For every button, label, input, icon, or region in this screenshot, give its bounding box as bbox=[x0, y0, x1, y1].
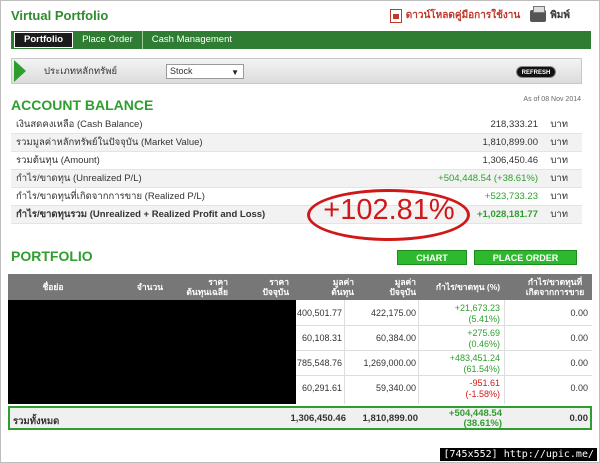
cell-cost-value: 400,501.77 bbox=[296, 308, 342, 318]
caret-down-icon: ▼ bbox=[231, 67, 239, 77]
chart-button[interactable]: CHART bbox=[397, 250, 467, 265]
balance-unit: บาท bbox=[550, 155, 568, 166]
portfolio-title: PORTFOLIO bbox=[11, 248, 93, 264]
balance-value: 1,306,450.46 bbox=[482, 155, 538, 166]
cell-pl-pct: (0.46%) bbox=[468, 339, 500, 349]
print-button[interactable]: พิมพ์ bbox=[530, 5, 570, 23]
security-type-bar: ประเภทหลักทรัพย์ Stock ▼ bbox=[11, 58, 582, 84]
arrow-right-icon bbox=[14, 60, 26, 82]
cell-cost-value: 60,291.61 bbox=[301, 383, 342, 393]
balance-unit: บาท bbox=[550, 191, 568, 202]
download-manual-label: ดาวน์โหลดคู่มือการใช้งาน bbox=[405, 10, 521, 21]
balance-row-unrealized: กำไร/ขาดทุน (Unrealized P/L) +504,448.54… bbox=[11, 170, 582, 188]
cell-market-value: 60,384.00 bbox=[375, 333, 416, 343]
row-divider bbox=[296, 375, 592, 376]
balance-label: รวมมูลค่าหลักทรัพย์ในปัจจุบัน (Market Va… bbox=[16, 137, 203, 148]
header-symbol: ชื่อย่อ bbox=[42, 282, 64, 292]
cell-pl-pct: (5.41%) bbox=[468, 314, 500, 324]
security-type-select[interactable]: Stock ▼ bbox=[166, 63, 244, 79]
cell-market-value: 422,175.00 bbox=[370, 308, 416, 318]
tab-cash-management[interactable]: Cash Management bbox=[143, 31, 241, 49]
annotation-text: +102.81% bbox=[323, 194, 455, 226]
cell-market-value: 1,269,000.00 bbox=[363, 358, 416, 368]
header-realized: กำไร/ขาดทุนที่ เกิดจากการขาย bbox=[525, 277, 585, 297]
balance-value: +504,448.54 (+38.61%) bbox=[438, 173, 538, 184]
as-of-date: As of 08 Nov 2014 bbox=[523, 96, 581, 103]
total-realized: 0.00 bbox=[569, 413, 589, 424]
app-title: Virtual Portfolio bbox=[11, 8, 109, 23]
total-market-value: 1,810,899.00 bbox=[362, 413, 418, 424]
balance-value: 1,810,899.00 bbox=[482, 137, 538, 148]
cell-realized: 0.00 bbox=[570, 333, 588, 343]
printer-icon bbox=[530, 5, 547, 22]
header-price: ราคา ปัจจุบัน bbox=[262, 277, 289, 297]
balance-row-cash: เงินสดคงเหลือ (Cash Balance) 218,333.21 … bbox=[11, 116, 582, 134]
row-divider bbox=[296, 325, 592, 326]
cell-realized: 0.00 bbox=[570, 308, 588, 318]
portfolio-total-row: รวมทั้งหมด 1,306,450.46 1,810,899.00 +50… bbox=[8, 406, 592, 430]
column-divider bbox=[344, 300, 345, 404]
column-divider bbox=[504, 300, 505, 404]
redacted-area bbox=[8, 300, 296, 404]
cell-pl: +21,673.23 bbox=[454, 303, 500, 313]
balance-label: เงินสดคงเหลือ (Cash Balance) bbox=[16, 119, 143, 130]
balance-row-realized: กำไร/ขาดทุนที่เกิดจากการขาย (Realized P/… bbox=[11, 188, 582, 206]
balance-row-amount: รวมต้นทุน (Amount) 1,306,450.46 บาท bbox=[11, 152, 582, 170]
balance-label: กำไร/ขาดทุนรวม (Unrealized + Realized Pr… bbox=[16, 209, 266, 220]
header-unrealized: กำไร/ขาดทุน (%) bbox=[435, 282, 501, 292]
tab-place-order[interactable]: Place Order bbox=[73, 31, 143, 49]
header-cost-value: มูลค่า ต้นทุน bbox=[331, 277, 354, 297]
row-divider bbox=[296, 350, 592, 351]
header-market-value: มูลค่า ปัจจุบัน bbox=[389, 277, 416, 297]
balance-unit: บาท bbox=[550, 119, 568, 130]
portfolio-table-header: ชื่อย่อ จำนวน ราคา ต้นทุนเฉลี่ย ราคา ปัจจุ… bbox=[8, 274, 592, 300]
header-avg-cost: ราคา ต้นทุนเฉลี่ย bbox=[186, 277, 228, 297]
balance-value: 218,333.21 bbox=[490, 119, 538, 130]
balance-label: รวมต้นทุน (Amount) bbox=[16, 155, 100, 166]
watermark: [745x552] http://upic.me/ bbox=[440, 448, 597, 461]
total-cost-value: 1,306,450.46 bbox=[290, 413, 346, 424]
balance-unit: บาท bbox=[550, 173, 568, 184]
top-actions: ดาวน์โหลดคู่มือการใช้งาน พิมพ์ bbox=[389, 5, 570, 23]
tab-bar: Portfolio Place Order Cash Management bbox=[11, 31, 591, 49]
tab-portfolio[interactable]: Portfolio bbox=[14, 32, 74, 48]
total-label: รวมทั้งหมด bbox=[13, 416, 60, 427]
cell-cost-value: 785,548.76 bbox=[296, 358, 342, 368]
security-type-label: ประเภทหลักทรัพย์ bbox=[44, 65, 118, 77]
download-manual-link[interactable]: ดาวน์โหลดคู่มือการใช้งาน bbox=[389, 8, 521, 23]
balance-unit: บาท bbox=[550, 209, 568, 220]
balance-row-market-value: รวมมูลค่าหลักทรัพย์ในปัจจุบัน (Market Va… bbox=[11, 134, 582, 152]
place-order-button[interactable]: PLACE ORDER bbox=[474, 250, 577, 265]
balance-label: กำไร/ขาดทุน (Unrealized P/L) bbox=[16, 173, 142, 184]
cell-pl: +483,451.24 bbox=[449, 353, 500, 363]
cell-pl: +275.69 bbox=[467, 328, 500, 338]
balance-row-total-pl: กำไร/ขาดทุนรวม (Unrealized + Realized Pr… bbox=[11, 206, 582, 224]
cell-pl-pct: (61.54%) bbox=[463, 364, 500, 374]
balance-unit: บาท bbox=[550, 137, 568, 148]
cell-market-value: 59,340.00 bbox=[375, 383, 416, 393]
balance-value: +1,028,181.77 bbox=[476, 209, 538, 220]
column-divider bbox=[418, 300, 419, 404]
header-volume: จำนวน bbox=[136, 282, 164, 292]
refresh-button[interactable]: REFRESH bbox=[516, 66, 556, 78]
pdf-icon bbox=[389, 8, 402, 23]
cell-pl: -951.61 bbox=[469, 378, 500, 388]
cell-cost-value: 60,108.31 bbox=[301, 333, 342, 343]
total-pl-pct: (38.61%) bbox=[463, 418, 502, 429]
account-balance-title: ACCOUNT BALANCE bbox=[11, 97, 154, 113]
balance-label: กำไร/ขาดทุนที่เกิดจากการขาย (Realized P/… bbox=[16, 191, 205, 202]
cell-realized: 0.00 bbox=[570, 358, 588, 368]
security-type-value: Stock bbox=[170, 65, 193, 76]
balance-value: +523,733.23 bbox=[484, 191, 538, 202]
print-label: พิมพ์ bbox=[550, 10, 570, 21]
cell-realized: 0.00 bbox=[570, 383, 588, 393]
cell-pl-pct: (-1.58%) bbox=[465, 389, 500, 399]
